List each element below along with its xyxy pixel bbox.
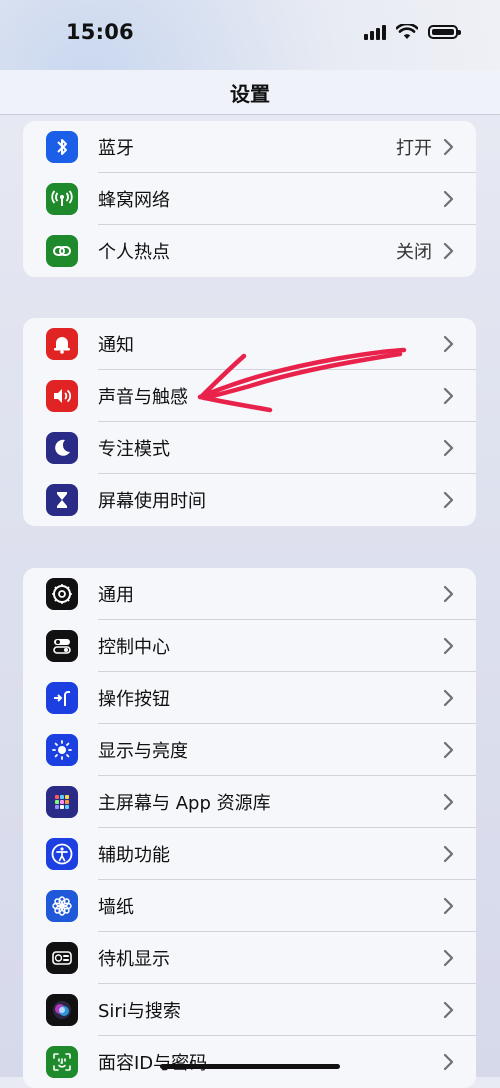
gear-icon [46, 578, 78, 610]
face-id-icon [46, 1046, 78, 1078]
settings-row-label: 通用 [98, 585, 134, 606]
settings-row-home-screen[interactable]: 主屏幕与 App 资源库 [23, 776, 476, 828]
page-title: 设置 [230, 82, 270, 106]
chevron-right-icon [443, 190, 454, 208]
chevron-right-icon [443, 387, 454, 405]
chevron-right-icon [443, 491, 454, 509]
settings-row-control-center[interactable]: 控制中心 [23, 620, 476, 672]
settings-row-sounds-haptics[interactable]: 声音与触感 [23, 370, 476, 422]
accessibility-icon [46, 838, 78, 870]
settings-row-standby[interactable]: 待机显示 [23, 932, 476, 984]
settings-row-value: 打开 [396, 138, 432, 159]
hotspot-icon [46, 235, 78, 267]
chevron-right-icon [443, 949, 454, 967]
settings-row-label: 面容ID与密码 [98, 1053, 208, 1074]
notifications-icon [46, 328, 78, 360]
settings-row-label: 蓝牙 [98, 138, 134, 159]
chevron-right-icon [443, 741, 454, 759]
settings-row-face-id[interactable]: 面容ID与密码 [23, 1036, 476, 1088]
chevron-right-icon [443, 242, 454, 260]
chevron-right-icon [443, 845, 454, 863]
settings-row-label: 专注模式 [98, 439, 170, 460]
settings-row-label: 辅助功能 [98, 845, 170, 866]
wifi-icon [396, 24, 418, 39]
settings-row-focus[interactable]: 专注模式 [23, 422, 476, 474]
settings-row-hotspot[interactable]: 个人热点 关闭 [23, 225, 476, 277]
navigation-bar: 设置 [0, 70, 500, 115]
settings-row-screen-time[interactable]: 屏幕使用时间 [23, 474, 476, 526]
chevron-right-icon [443, 138, 454, 156]
settings-group-connectivity: 蓝牙 打开 蜂窝网络 个人热点 关闭 [23, 121, 476, 277]
settings-row-accessibility[interactable]: 辅助功能 [23, 828, 476, 880]
chevron-right-icon [443, 1053, 454, 1071]
settings-row-label: 个人热点 [98, 242, 170, 263]
chevron-right-icon [443, 1001, 454, 1019]
toggles-icon [46, 630, 78, 662]
settings-row-label: 墙纸 [98, 897, 134, 918]
settings-row-label: 控制中心 [98, 637, 170, 658]
action-button-icon [46, 682, 78, 714]
focus-moon-icon [46, 432, 78, 464]
home-indicator [160, 1064, 340, 1069]
siri-icon [46, 994, 78, 1026]
status-bar: 15:06 [0, 0, 500, 70]
chevron-right-icon [443, 689, 454, 707]
status-time: 15:06 [66, 20, 134, 44]
settings-row-display-brightness[interactable]: 显示与亮度 [23, 724, 476, 776]
settings-row-wallpaper[interactable]: 墙纸 [23, 880, 476, 932]
home-screen-grid-icon [46, 786, 78, 818]
settings-group-notifications: 通知 声音与触感 专注模式 屏幕使用时间 [23, 318, 476, 526]
sound-icon [46, 380, 78, 412]
cellular-icon [46, 183, 78, 215]
settings-row-value: 关闭 [396, 242, 432, 263]
settings-row-label: 待机显示 [98, 949, 170, 970]
settings-row-notifications[interactable]: 通知 [23, 318, 476, 370]
standby-icon [46, 942, 78, 974]
status-icons [364, 24, 461, 40]
cellular-signal-icon [364, 24, 386, 40]
wallpaper-flower-icon [46, 890, 78, 922]
settings-row-label: Siri与搜索 [98, 1001, 181, 1022]
settings-row-siri[interactable]: Siri与搜索 [23, 984, 476, 1036]
settings-row-label: 蜂窝网络 [98, 190, 170, 211]
chevron-right-icon [443, 637, 454, 655]
settings-row-label: 声音与触感 [98, 387, 188, 408]
chevron-right-icon [443, 335, 454, 353]
chevron-right-icon [443, 585, 454, 603]
chevron-right-icon [443, 439, 454, 457]
settings-row-label: 通知 [98, 335, 134, 356]
settings-row-action-button[interactable]: 操作按钮 [23, 672, 476, 724]
settings-row-label: 主屏幕与 App 资源库 [98, 793, 271, 814]
chevron-right-icon [443, 897, 454, 915]
settings-group-general: 通用 控制中心 操作按钮 显示与亮度 主屏幕与 App 资源库 辅助功能 墙纸 … [23, 568, 476, 1088]
hourglass-icon [46, 484, 78, 516]
settings-row-label: 屏幕使用时间 [98, 491, 206, 512]
settings-row-general[interactable]: 通用 [23, 568, 476, 620]
settings-row-cellular[interactable]: 蜂窝网络 [23, 173, 476, 225]
battery-icon [428, 25, 461, 39]
settings-row-bluetooth[interactable]: 蓝牙 打开 [23, 121, 476, 173]
settings-row-label: 显示与亮度 [98, 741, 188, 762]
settings-row-label: 操作按钮 [98, 689, 170, 710]
bluetooth-icon [46, 131, 78, 163]
chevron-right-icon [443, 793, 454, 811]
brightness-icon [46, 734, 78, 766]
